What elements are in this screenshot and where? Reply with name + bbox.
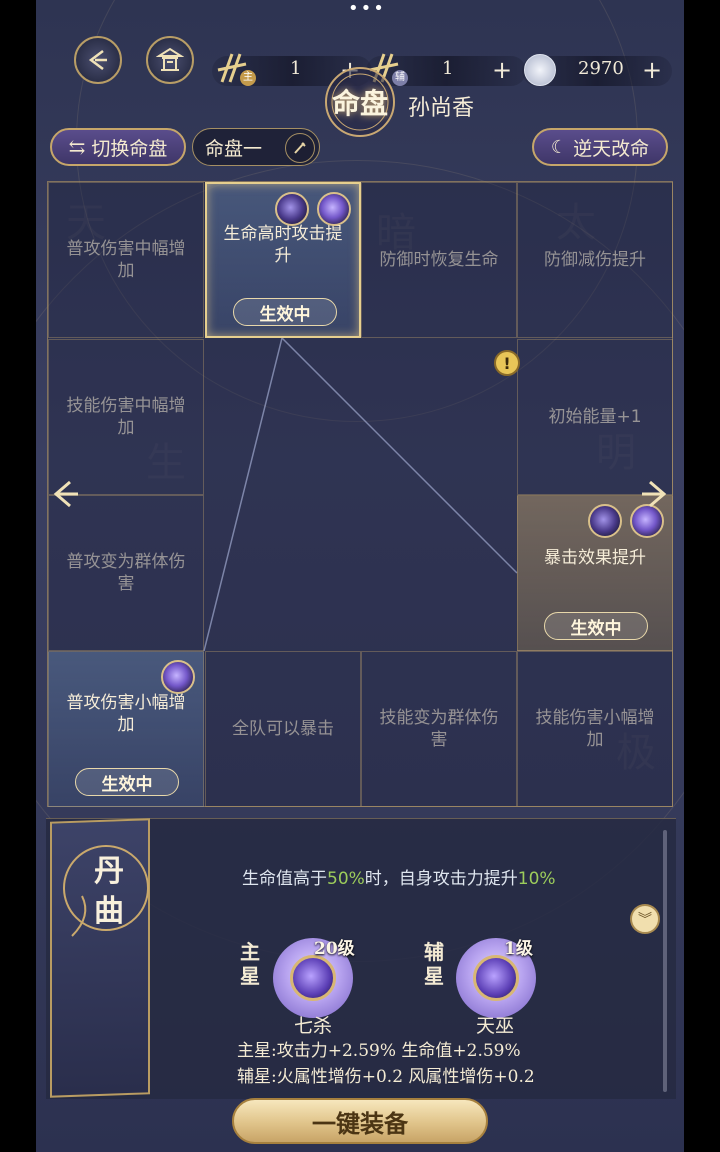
desc-highlight: 50% (327, 869, 365, 889)
grid-cell[interactable]: 技能伤害小幅增加 (517, 651, 673, 807)
expand-button[interactable]: ︾ (630, 904, 660, 934)
qisha-star-icon (290, 955, 336, 1001)
aux-star-stats: 辅星:火属性增伤+0.2 风属性增伤+0.2 (237, 1067, 535, 1087)
fate-plate-grid: 普攻伤害中幅增加 生命高时攻击提升 生效中 防御时恢复生命 防御减伤提升 技能伤… (47, 181, 673, 807)
cell-label: 技能伤害中幅增加 (66, 396, 186, 438)
cell-label: 普攻变为群体伤害 (66, 552, 186, 594)
main-star-label: 主星 (240, 940, 260, 988)
aux-star-label: 辅星 (424, 940, 444, 988)
cell-label: 全队可以暴击 (232, 719, 334, 739)
cell-label: 普攻伤害中幅增加 (66, 239, 186, 281)
aux-resource-value: 1 (442, 58, 454, 79)
pavilion-icon (156, 47, 184, 71)
grid-cell-selected[interactable]: 生命高时攻击提升 生效中 (205, 182, 361, 338)
cell-label: 初始能量+1 (548, 407, 642, 427)
main-resource-value: 1 (290, 58, 302, 79)
main-star-gem-icon (317, 192, 351, 226)
next-arrow-button[interactable] (638, 476, 674, 512)
aux-star-level: 1级 (504, 939, 533, 959)
tianwu-star-icon (473, 955, 519, 1001)
grid-cell[interactable]: 全队可以暴击 (205, 651, 361, 807)
aux-star-name: 天巫 (476, 1015, 515, 1037)
aux-resource-add-button[interactable]: + (492, 55, 512, 85)
more-dots[interactable]: ••• (348, 0, 386, 18)
cell-label: 技能伤害小幅增加 (535, 708, 655, 750)
prev-arrow-button[interactable] (46, 476, 82, 512)
aux-star-gem-icon (275, 192, 309, 226)
main-star-stats: 主星:攻击力+2.59% 生命值+2.59% (237, 1041, 521, 1061)
switch-plate-button[interactable]: ⇆ 切换命盘 (50, 128, 186, 166)
reverse-fate-button[interactable]: ☾ 逆天改命 (532, 128, 668, 166)
grid-cell[interactable]: 防御减伤提升 (517, 182, 673, 338)
cell-label: 生命高时攻击提升 (223, 224, 343, 266)
cell-label: 防御减伤提升 (544, 250, 646, 270)
crescent-icon: ☾ (550, 136, 568, 158)
cell-label: 普攻伤害小幅增加 (66, 693, 186, 735)
grid-cell[interactable]: 初始能量+1 (517, 339, 673, 495)
grid-cell[interactable]: 普攻变为群体伤害 (48, 495, 204, 651)
reverse-fate-label: 逆天改命 (573, 137, 650, 160)
active-badge: 生效中 (544, 612, 648, 640)
desc-text: 时，自身攻击力提升 (364, 869, 518, 889)
grid-cell[interactable]: 普攻伤害中幅增加 (48, 182, 204, 338)
chevron-right-icon (642, 480, 667, 508)
panel-scrollbar[interactable] (663, 830, 667, 1092)
grid-cell-active[interactable]: 普攻伤害小幅增加 生效中 (48, 651, 204, 807)
coin-value: 2970 (578, 58, 624, 79)
title-emblem: 命盘 (322, 67, 398, 137)
main-star-level: 20级 (314, 939, 355, 959)
swap-arrows-icon: ⇆ (68, 135, 86, 159)
switch-plate-label: 切换命盘 (91, 137, 168, 160)
chevron-down-icon: ︾ (638, 912, 652, 928)
main-star-name: 七杀 (294, 1015, 333, 1037)
banner-title: 丹曲 (94, 854, 124, 929)
game-screen: 天 暗 太 明 生 极 ••• 主 1 + 辅 1 + 2970 + 命盘 孙尚… (36, 0, 684, 1152)
cell-label: 技能变为群体伤害 (379, 708, 499, 750)
main-badge: 主 (240, 70, 256, 86)
character-name: 孙尚香 (408, 96, 475, 121)
effect-description: 生命值高于50%时，自身攻击力提升10% (242, 864, 556, 889)
home-button[interactable] (146, 36, 194, 84)
chevron-left-icon (53, 480, 78, 508)
grid-cell[interactable]: 防御时恢复生命 (361, 182, 517, 338)
silver-coin-icon (524, 54, 556, 86)
active-badge: 生效中 (75, 768, 179, 796)
warning-icon[interactable]: ! (494, 350, 520, 376)
cell-label: 防御时恢复生命 (379, 250, 499, 270)
cell-label: 暴击效果提升 (544, 548, 646, 568)
coin-add-button[interactable]: + (642, 55, 662, 85)
aux-star-gem-icon (161, 660, 195, 694)
grid-cell-active[interactable]: 暴击效果提升 生效中 (517, 495, 673, 651)
aux-star-gem-icon (588, 504, 622, 538)
back-button[interactable] (74, 36, 122, 84)
one-click-equip-button[interactable]: 一键装备 (232, 1098, 488, 1144)
grid-cell[interactable]: 技能变为群体伤害 (361, 651, 517, 807)
page-title: 命盘 (331, 87, 388, 120)
desc-text: 生命值高于 (242, 869, 327, 889)
active-badge: 生效中 (233, 298, 337, 326)
back-arrow-icon (88, 50, 107, 70)
desc-highlight: 10% (517, 869, 556, 889)
grid-cell[interactable]: 技能伤害中幅增加 (48, 339, 204, 495)
plate-name: 命盘一 (205, 137, 263, 160)
plate-name-field[interactable]: 命盘一 (192, 128, 320, 166)
edit-icon[interactable] (285, 133, 315, 163)
